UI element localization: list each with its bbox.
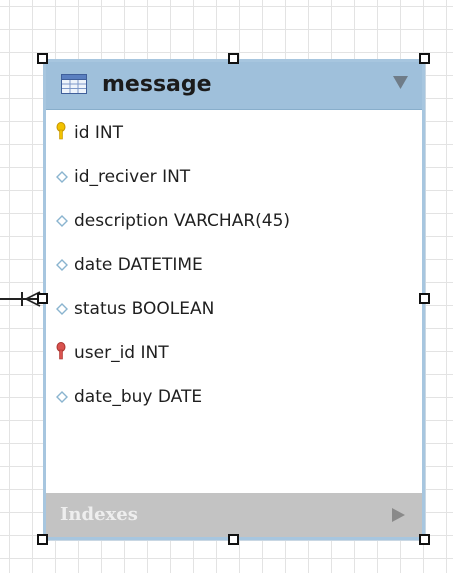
- table-entity-message[interactable]: message id INT id_reciver INT descriptio…: [43, 59, 425, 540]
- column-diamond-icon: [56, 215, 68, 227]
- column-label: id_reciver INT: [74, 167, 191, 187]
- column-diamond-icon: [56, 391, 68, 403]
- column-row[interactable]: date DATETIME: [46, 243, 422, 287]
- resize-handle-bottom-right[interactable]: [419, 534, 430, 545]
- resize-handle-bottom[interactable]: [228, 534, 239, 545]
- table-icon: [61, 74, 87, 94]
- indexes-section[interactable]: Indexes: [46, 493, 422, 537]
- column-row[interactable]: id INT: [46, 111, 422, 155]
- resize-handle-right[interactable]: [419, 293, 430, 304]
- collapse-arrow-icon[interactable]: [393, 76, 408, 90]
- table-title: message: [102, 72, 212, 97]
- column-label: status BOOLEAN: [74, 299, 215, 319]
- resize-handle-left[interactable]: [37, 293, 48, 304]
- column-label: id INT: [74, 123, 124, 143]
- indexes-label: Indexes: [60, 504, 138, 525]
- column-row[interactable]: date_buy DATE: [46, 375, 422, 419]
- column-row[interactable]: description VARCHAR(45): [46, 199, 422, 243]
- expand-arrow-icon[interactable]: [392, 508, 405, 522]
- column-diamond-icon: [56, 171, 68, 183]
- column-row[interactable]: user_id INT: [46, 331, 422, 375]
- resize-handle-bottom-left[interactable]: [37, 534, 48, 545]
- column-label: description VARCHAR(45): [74, 211, 291, 231]
- column-label: date_buy DATE: [74, 387, 203, 407]
- column-row[interactable]: id_reciver INT: [46, 155, 422, 199]
- resize-handle-top-left[interactable]: [37, 53, 48, 64]
- column-diamond-icon: [56, 259, 68, 271]
- foreign-key-icon: [56, 342, 66, 360]
- resize-handle-top-right[interactable]: [419, 53, 430, 64]
- column-label: date DATETIME: [74, 255, 203, 275]
- table-header[interactable]: message: [46, 62, 422, 110]
- column-row[interactable]: status BOOLEAN: [46, 287, 422, 331]
- diagram-canvas[interactable]: message id INT id_reciver INT descriptio…: [0, 0, 453, 573]
- column-diamond-icon: [56, 303, 68, 315]
- column-label: user_id INT: [74, 343, 169, 363]
- resize-handle-top[interactable]: [228, 53, 239, 64]
- primary-key-icon: [56, 122, 66, 140]
